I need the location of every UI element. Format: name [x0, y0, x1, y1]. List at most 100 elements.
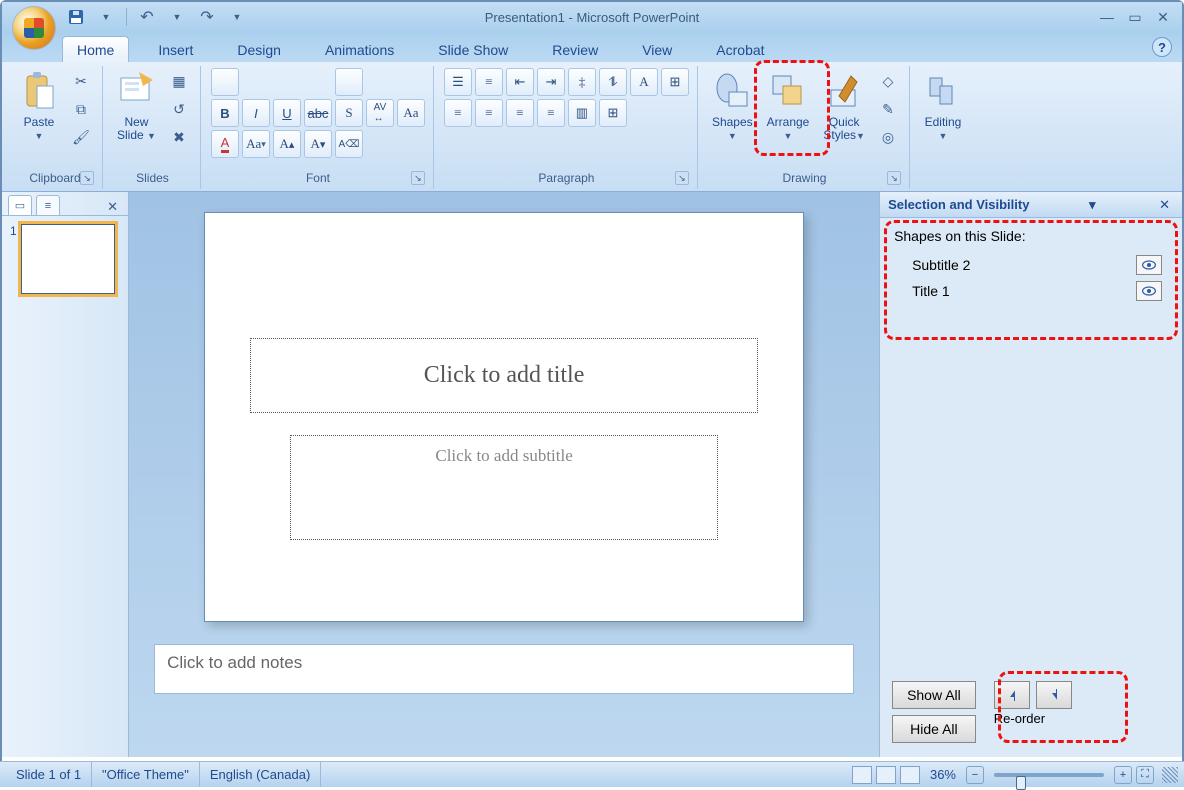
bold-button[interactable]: B [211, 99, 239, 127]
tab-view[interactable]: View [627, 36, 687, 62]
new-slide-button[interactable]: New Slide ▼ [113, 68, 160, 144]
change-case2-button[interactable]: Aa▾ [242, 130, 270, 158]
tab-design[interactable]: Design [222, 36, 296, 62]
tab-insert[interactable]: Insert [143, 36, 208, 62]
title-placeholder[interactable]: Click to add title [250, 338, 758, 413]
grow-font-button[interactable]: A▴ [273, 130, 301, 158]
selection-pane-close[interactable]: ✕ [1155, 197, 1174, 213]
zoom-out-button[interactable]: − [966, 766, 984, 784]
tab-animations[interactable]: Animations [310, 36, 409, 62]
resize-grip[interactable] [1162, 767, 1178, 783]
italic-button[interactable]: I [242, 99, 270, 127]
fit-window-button[interactable]: ⛶ [1136, 766, 1154, 784]
font-group-label: Font [306, 171, 330, 185]
office-button[interactable] [12, 6, 56, 50]
workspace: ▭ ≡ ✕ 1 Click to add title Click to add … [2, 192, 1182, 757]
show-all-button[interactable]: Show All [892, 681, 976, 709]
paragraph-launcher[interactable]: ↘ [675, 171, 689, 185]
visibility-toggle-icon[interactable] [1136, 255, 1162, 275]
convert-smartart-button[interactable]: ⊞ [599, 99, 627, 127]
shadow-button[interactable]: S [335, 99, 363, 127]
clear-format-button[interactable]: A⌫ [335, 130, 363, 158]
zoom-in-button[interactable]: + [1114, 766, 1132, 784]
sorter-view-button[interactable] [876, 766, 896, 784]
thumb-tab-slides[interactable]: ▭ [8, 195, 32, 215]
redo-icon[interactable]: ↷ [193, 5, 221, 29]
selection-pane-menu-icon[interactable]: ▾ [1089, 197, 1096, 213]
clipboard-launcher[interactable]: ↘ [80, 171, 94, 185]
strikethrough-button[interactable]: abc [304, 99, 332, 127]
shrink-font-button[interactable]: A▾ [304, 130, 332, 158]
zoom-percent[interactable]: 36% [930, 767, 956, 782]
shape-item-title1[interactable]: Title 1 [894, 278, 1168, 304]
slide-canvas[interactable]: Click to add title Click to add subtitle [204, 212, 804, 622]
close-button[interactable]: ✕ [1152, 9, 1174, 25]
char-spacing-button[interactable]: AV↔ [366, 99, 394, 127]
ribbon: Paste▼ ✂ ⧉ 🖌 Clipboard↘ New Slide ▼ ▦ ↺ … [2, 62, 1182, 192]
text-direction-button[interactable]: ⥮ [599, 68, 627, 96]
align-smart-button[interactable]: ⊞ [661, 68, 689, 96]
font-size-combo[interactable] [335, 68, 363, 96]
move-down-button[interactable] [1036, 681, 1072, 709]
normal-view-button[interactable] [852, 766, 872, 784]
save-icon[interactable] [62, 5, 90, 29]
indent-dec-button[interactable]: ⇤ [506, 68, 534, 96]
change-case-button[interactable]: Aa [397, 99, 425, 127]
language-indicator[interactable]: English (Canada) [200, 762, 321, 787]
notes-pane[interactable]: Click to add notes [154, 644, 854, 694]
undo-dropdown-icon[interactable]: ▼ [163, 5, 191, 29]
qat-dropdown-icon[interactable]: ▼ [92, 5, 120, 29]
align-center-button[interactable]: ≡ [475, 99, 503, 127]
undo-icon[interactable]: ↶ [133, 5, 161, 29]
align-left-button[interactable]: ≡ [444, 99, 472, 127]
move-up-button[interactable] [994, 681, 1030, 709]
delete-slide-icon[interactable]: ✖ [166, 124, 192, 150]
align-text-button[interactable]: A [630, 68, 658, 96]
thumbnail-pane: ▭ ≡ ✕ 1 [2, 192, 129, 757]
thumb-preview [21, 224, 115, 294]
format-painter-icon[interactable]: 🖌 [68, 124, 94, 150]
line-spacing-button[interactable]: ‡ [568, 68, 596, 96]
shape-outline-icon[interactable]: ✎ [875, 96, 901, 122]
cut-icon[interactable]: ✂ [68, 68, 94, 94]
tab-review[interactable]: Review [537, 36, 613, 62]
copy-icon[interactable]: ⧉ [68, 96, 94, 122]
shape-effects-icon[interactable]: ◎ [875, 124, 901, 150]
quick-styles-button[interactable]: Quick Styles▼ [819, 68, 869, 144]
indent-inc-button[interactable]: ⇥ [537, 68, 565, 96]
subtitle-placeholder[interactable]: Click to add subtitle [290, 435, 718, 540]
drawing-launcher[interactable]: ↘ [887, 171, 901, 185]
tab-home[interactable]: Home [62, 36, 129, 62]
help-button[interactable]: ? [1152, 37, 1172, 57]
tab-acrobat[interactable]: Acrobat [701, 36, 779, 62]
qat-dropdown2-icon[interactable]: ▼ [223, 5, 251, 29]
thumb-pane-close[interactable]: ✕ [103, 199, 122, 215]
shapes-button[interactable]: Shapes▼ [708, 68, 757, 144]
font-name-combo[interactable] [211, 68, 239, 96]
editing-button[interactable]: Editing▼ [920, 68, 966, 144]
minimize-button[interactable]: — [1096, 9, 1118, 25]
thumb-tab-outline[interactable]: ≡ [36, 195, 60, 215]
zoom-slider[interactable] [994, 773, 1104, 777]
slide-thumbnail-1[interactable]: 1 [10, 224, 120, 294]
font-launcher[interactable]: ↘ [411, 171, 425, 185]
shape-item-subtitle2[interactable]: Subtitle 2 [894, 252, 1168, 278]
paste-button[interactable]: Paste▼ [16, 68, 62, 144]
reset-icon[interactable]: ↺ [166, 96, 192, 122]
bullets-button[interactable]: ☰ [444, 68, 472, 96]
arrange-button[interactable]: Arrange▼ [763, 68, 814, 144]
visibility-toggle-icon[interactable] [1136, 281, 1162, 301]
slideshow-view-button[interactable] [900, 766, 920, 784]
layout-icon[interactable]: ▦ [166, 68, 192, 94]
maximize-button[interactable]: ▭ [1124, 9, 1146, 25]
font-color-button[interactable]: A [211, 130, 239, 158]
columns-button[interactable]: ▥ [568, 99, 596, 127]
numbering-button[interactable]: ≡ [475, 68, 503, 96]
underline-button[interactable]: U [273, 99, 301, 127]
tab-slideshow[interactable]: Slide Show [423, 36, 523, 62]
hide-all-button[interactable]: Hide All [892, 715, 976, 743]
shape-fill-icon[interactable]: ◇ [875, 68, 901, 94]
justify-button[interactable]: ≡ [537, 99, 565, 127]
new-slide-label: New Slide [117, 115, 148, 142]
align-right-button[interactable]: ≡ [506, 99, 534, 127]
